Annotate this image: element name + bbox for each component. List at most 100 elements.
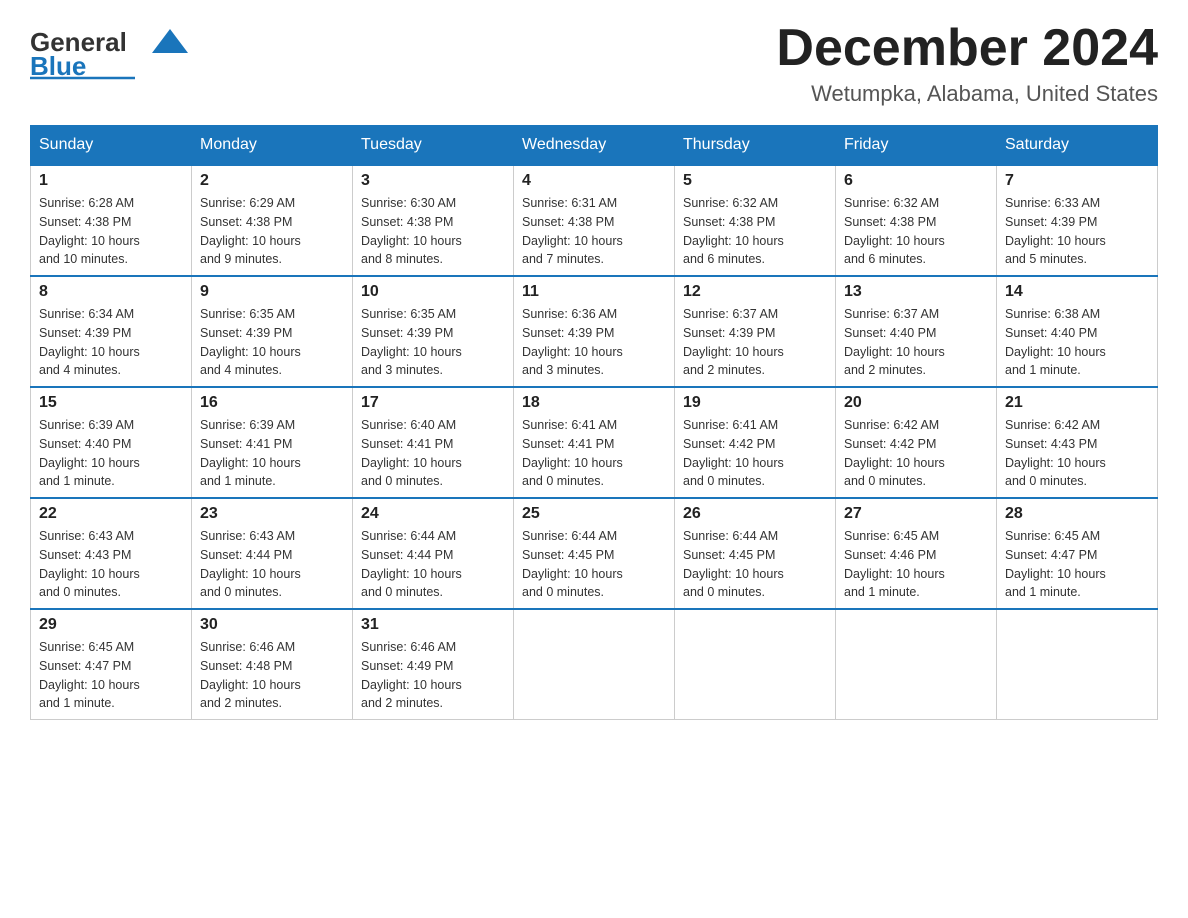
calendar-day-29: 29Sunrise: 6:45 AMSunset: 4:47 PMDayligh…	[31, 609, 192, 720]
calendar-day-27: 27 Sunrise: 6:45 AMSunset: 4:46 PMDayligh…	[836, 498, 997, 609]
day-number: 2	[200, 172, 344, 190]
day-info: Sunrise: 6:37 AMSunset: 4:39 PMDaylight:…	[683, 305, 827, 380]
day-info: Sunrise: 6:35 AMSunset: 4:39 PMDaylight:…	[361, 305, 505, 380]
day-info: Sunrise: 6:35 AMSunset: 4:39 PMDaylight:…	[200, 305, 344, 380]
calendar-week-3: 15 Sunrise: 6:39 AMSunset: 4:40 PMDayligh…	[31, 387, 1158, 498]
day-number: 4	[522, 172, 666, 190]
calendar-day-21: 21 Sunrise: 6:42 AMSunset: 4:43 PMDayligh…	[997, 387, 1158, 498]
weekday-header-monday: Monday	[192, 126, 353, 166]
empty-cell-4-5	[836, 609, 997, 720]
day-info: Sunrise: 6:41 AMSunset: 4:41 PMDaylight:…	[522, 416, 666, 491]
empty-cell-4-4	[675, 609, 836, 720]
day-number: 11	[522, 283, 666, 301]
calendar-day-7: 7 Sunrise: 6:33 AMSunset: 4:39 PMDaylight…	[997, 165, 1158, 276]
day-info: Sunrise: 6:31 AMSunset: 4:38 PMDaylight:…	[522, 194, 666, 269]
day-number: 8	[39, 283, 183, 301]
day-info: Sunrise: 6:39 AMSunset: 4:41 PMDaylight:…	[200, 416, 344, 491]
svg-text:Blue: Blue	[30, 51, 86, 80]
day-info: Sunrise: 6:42 AMSunset: 4:43 PMDaylight:…	[1005, 416, 1149, 491]
day-number: 23	[200, 505, 344, 523]
weekday-header-thursday: Thursday	[675, 126, 836, 166]
day-number: 21	[1005, 394, 1149, 412]
day-info: Sunrise: 6:42 AMSunset: 4:42 PMDaylight:…	[844, 416, 988, 491]
calendar-day-24: 24Sunrise: 6:44 AMSunset: 4:44 PMDayligh…	[353, 498, 514, 609]
day-info: Sunrise: 6:32 AMSunset: 4:38 PMDaylight:…	[844, 194, 988, 269]
day-number: 28	[1005, 505, 1149, 523]
calendar-day-18: 18 Sunrise: 6:41 AMSunset: 4:41 PMDayligh…	[514, 387, 675, 498]
calendar-day-19: 19 Sunrise: 6:41 AMSunset: 4:42 PMDayligh…	[675, 387, 836, 498]
weekday-header-sunday: Sunday	[31, 126, 192, 166]
calendar-week-2: 8 Sunrise: 6:34 AMSunset: 4:39 PMDaylight…	[31, 276, 1158, 387]
day-number: 31	[361, 616, 505, 634]
day-info: Sunrise: 6:32 AMSunset: 4:38 PMDaylight:…	[683, 194, 827, 269]
calendar-day-30: 30 Sunrise: 6:46 AMSunset: 4:48 PMDayligh…	[192, 609, 353, 720]
day-info: Sunrise: 6:46 AMSunset: 4:48 PMDaylight:…	[200, 638, 344, 713]
day-info: Sunrise: 6:39 AMSunset: 4:40 PMDaylight:…	[39, 416, 183, 491]
calendar-day-10: 10Sunrise: 6:35 AMSunset: 4:39 PMDayligh…	[353, 276, 514, 387]
weekday-header-friday: Friday	[836, 126, 997, 166]
day-info: Sunrise: 6:28 AMSunset: 4:38 PMDaylight:…	[39, 194, 183, 269]
calendar-day-8: 8 Sunrise: 6:34 AMSunset: 4:39 PMDaylight…	[31, 276, 192, 387]
day-number: 15	[39, 394, 183, 412]
day-number: 9	[200, 283, 344, 301]
day-info: Sunrise: 6:29 AMSunset: 4:38 PMDaylight:…	[200, 194, 344, 269]
day-info: Sunrise: 6:30 AMSunset: 4:38 PMDaylight:…	[361, 194, 505, 269]
day-number: 25	[522, 505, 666, 523]
empty-cell-4-3	[514, 609, 675, 720]
day-number: 7	[1005, 172, 1149, 190]
calendar-week-1: 1 Sunrise: 6:28 AMSunset: 4:38 PMDaylight…	[31, 165, 1158, 276]
day-number: 16	[200, 394, 344, 412]
empty-cell-4-6	[997, 609, 1158, 720]
calendar-week-5: 29Sunrise: 6:45 AMSunset: 4:47 PMDayligh…	[31, 609, 1158, 720]
day-info: Sunrise: 6:37 AMSunset: 4:40 PMDaylight:…	[844, 305, 988, 380]
day-number: 24	[361, 505, 505, 523]
day-number: 20	[844, 394, 988, 412]
day-number: 13	[844, 283, 988, 301]
calendar-day-14: 14Sunrise: 6:38 AMSunset: 4:40 PMDayligh…	[997, 276, 1158, 387]
day-info: Sunrise: 6:41 AMSunset: 4:42 PMDaylight:…	[683, 416, 827, 491]
calendar-day-17: 17 Sunrise: 6:40 AMSunset: 4:41 PMDayligh…	[353, 387, 514, 498]
day-number: 18	[522, 394, 666, 412]
day-info: Sunrise: 6:36 AMSunset: 4:39 PMDaylight:…	[522, 305, 666, 380]
day-info: Sunrise: 6:34 AMSunset: 4:39 PMDaylight:…	[39, 305, 183, 380]
day-info: Sunrise: 6:38 AMSunset: 4:40 PMDaylight:…	[1005, 305, 1149, 380]
calendar-day-1: 1 Sunrise: 6:28 AMSunset: 4:38 PMDaylight…	[31, 165, 192, 276]
calendar-day-13: 13 Sunrise: 6:37 AMSunset: 4:40 PMDayligh…	[836, 276, 997, 387]
calendar-day-3: 3Sunrise: 6:30 AMSunset: 4:38 PMDaylight…	[353, 165, 514, 276]
month-title: December 2024	[776, 20, 1158, 77]
day-number: 27	[844, 505, 988, 523]
day-info: Sunrise: 6:46 AMSunset: 4:49 PMDaylight:…	[361, 638, 505, 713]
calendar-table: SundayMondayTuesdayWednesdayThursdayFrid…	[30, 125, 1158, 720]
weekday-header-saturday: Saturday	[997, 126, 1158, 166]
day-info: Sunrise: 6:44 AMSunset: 4:45 PMDaylight:…	[683, 527, 827, 602]
day-info: Sunrise: 6:45 AMSunset: 4:46 PMDaylight:…	[844, 527, 988, 602]
calendar-day-28: 28Sunrise: 6:45 AMSunset: 4:47 PMDayligh…	[997, 498, 1158, 609]
day-number: 6	[844, 172, 988, 190]
calendar-day-4: 4 Sunrise: 6:31 AMSunset: 4:38 PMDaylight…	[514, 165, 675, 276]
day-number: 30	[200, 616, 344, 634]
day-info: Sunrise: 6:44 AMSunset: 4:45 PMDaylight:…	[522, 527, 666, 602]
calendar-day-2: 2 Sunrise: 6:29 AMSunset: 4:38 PMDaylight…	[192, 165, 353, 276]
day-info: Sunrise: 6:33 AMSunset: 4:39 PMDaylight:…	[1005, 194, 1149, 269]
calendar-day-22: 22Sunrise: 6:43 AMSunset: 4:43 PMDayligh…	[31, 498, 192, 609]
day-info: Sunrise: 6:43 AMSunset: 4:44 PMDaylight:…	[200, 527, 344, 602]
title-section: December 2024 Wetumpka, Alabama, United …	[776, 20, 1158, 107]
day-number: 17	[361, 394, 505, 412]
calendar-day-23: 23 Sunrise: 6:43 AMSunset: 4:44 PMDayligh…	[192, 498, 353, 609]
day-info: Sunrise: 6:40 AMSunset: 4:41 PMDaylight:…	[361, 416, 505, 491]
weekday-header-wednesday: Wednesday	[514, 126, 675, 166]
calendar-day-31: 31 Sunrise: 6:46 AMSunset: 4:49 PMDayligh…	[353, 609, 514, 720]
calendar-day-26: 26Sunrise: 6:44 AMSunset: 4:45 PMDayligh…	[675, 498, 836, 609]
day-number: 1	[39, 172, 183, 190]
calendar-week-4: 22Sunrise: 6:43 AMSunset: 4:43 PMDayligh…	[31, 498, 1158, 609]
day-number: 19	[683, 394, 827, 412]
day-number: 5	[683, 172, 827, 190]
calendar-day-20: 20 Sunrise: 6:42 AMSunset: 4:42 PMDayligh…	[836, 387, 997, 498]
calendar-day-25: 25 Sunrise: 6:44 AMSunset: 4:45 PMDayligh…	[514, 498, 675, 609]
logo: General Blue	[30, 20, 194, 80]
calendar-day-9: 9 Sunrise: 6:35 AMSunset: 4:39 PMDaylight…	[192, 276, 353, 387]
calendar-day-11: 11 Sunrise: 6:36 AMSunset: 4:39 PMDayligh…	[514, 276, 675, 387]
weekday-header-tuesday: Tuesday	[353, 126, 514, 166]
calendar-day-12: 12Sunrise: 6:37 AMSunset: 4:39 PMDayligh…	[675, 276, 836, 387]
logo-icon: General Blue	[30, 25, 190, 80]
